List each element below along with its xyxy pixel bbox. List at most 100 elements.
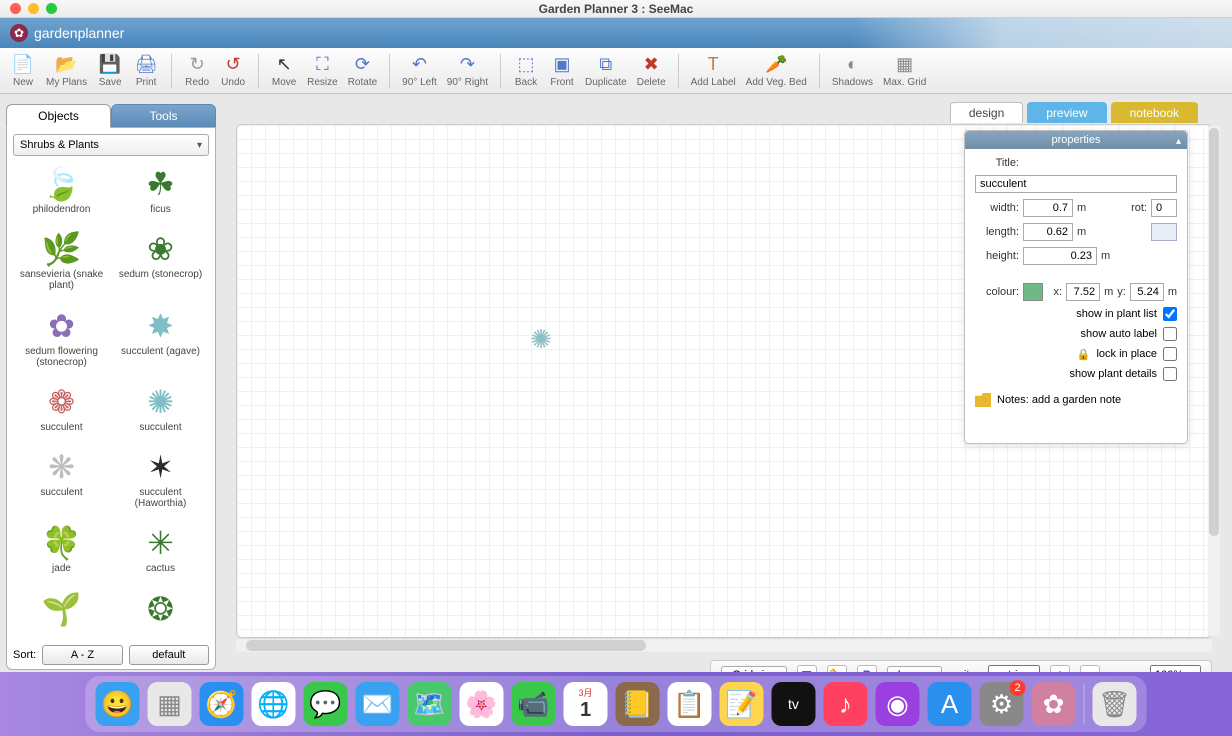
plant-icon: ✳: [138, 523, 184, 563]
object-item[interactable]: ✳cactus: [112, 521, 209, 584]
messages-icon[interactable]: 💬: [304, 682, 348, 726]
properties-panel: properties▴ Title: width: m rot: length:…: [964, 130, 1188, 444]
show-autolabel-checkbox[interactable]: [1163, 327, 1177, 341]
collapse-icon[interactable]: ▴: [1176, 133, 1181, 151]
properties-header[interactable]: properties▴: [965, 131, 1187, 149]
object-item[interactable]: 🍃philodendron: [13, 162, 110, 225]
canvas-area: design preview notebook ✺ properties▴ Ti…: [226, 94, 1222, 672]
object-item[interactable]: ✿sedum flowering (stonecrop): [13, 304, 110, 378]
max-grid-button[interactable]: ▦Max. Grid: [879, 51, 930, 91]
save-button[interactable]: 💾Save: [93, 51, 127, 91]
object-item[interactable]: ✺succulent: [112, 380, 209, 443]
add-label-button[interactable]: TAdd Label: [687, 51, 740, 91]
sort-label: Sort:: [13, 649, 36, 661]
send-back-button[interactable]: ⬚Back: [509, 51, 543, 91]
settings-icon[interactable]: ⚙2: [980, 682, 1024, 726]
show-plantlist-checkbox[interactable]: [1163, 307, 1177, 321]
appletv-icon[interactable]: tv: [772, 682, 816, 726]
window-title: Garden Planner 3 : SeeMac: [0, 2, 1232, 16]
launchpad-icon[interactable]: ▦: [148, 682, 192, 726]
length-input[interactable]: [1023, 223, 1073, 241]
safari-icon[interactable]: 🧭: [200, 682, 244, 726]
category-dropdown[interactable]: Shrubs & Plants: [13, 134, 209, 156]
length-label: length:: [975, 226, 1019, 238]
mail-icon[interactable]: ✉️: [356, 682, 400, 726]
object-item[interactable]: 🌿sansevieria (snake plant): [13, 227, 110, 301]
rot-input[interactable]: [1151, 199, 1177, 217]
y-input[interactable]: [1130, 283, 1164, 301]
object-grid: 🍃philodendron☘ficus🌿sansevieria (snake p…: [13, 162, 209, 639]
object-item[interactable]: ❂: [112, 587, 209, 639]
scroll-thumb[interactable]: [246, 640, 646, 651]
add-veg-bed-button[interactable]: 🥕Add Veg. Bed: [742, 51, 811, 91]
show-details-checkbox[interactable]: [1163, 367, 1177, 381]
width-input[interactable]: [1023, 199, 1073, 217]
rotate-button[interactable]: ⟳Rotate: [344, 51, 381, 91]
scroll-thumb[interactable]: [1209, 128, 1219, 536]
tab-objects[interactable]: Objects: [6, 104, 111, 128]
calendar-icon[interactable]: 3月1: [564, 682, 608, 726]
new-button[interactable]: 📄New: [6, 51, 40, 91]
colour-swatch[interactable]: [1023, 283, 1043, 301]
y-label: y:: [1117, 286, 1126, 298]
object-item[interactable]: 🌱: [13, 587, 110, 639]
tab-tools[interactable]: Tools: [111, 104, 216, 128]
bring-front-button[interactable]: ▣Front: [545, 51, 579, 91]
vertical-scrollbar[interactable]: [1208, 126, 1220, 636]
delete-icon: ✖: [640, 54, 662, 76]
maps-icon[interactable]: 🗺️: [408, 682, 452, 726]
macos-dock: 😀 ▦ 🧭 🌐 💬 ✉️ 🗺️ 🌸 📹 3月1 📒 📋 📝 tv ♪ ◉ A ⚙…: [86, 676, 1147, 732]
gardenplanner-dock-icon[interactable]: ✿: [1032, 682, 1076, 726]
shadows-button[interactable]: ◐Shadows: [828, 51, 877, 91]
rotate-left-icon: ↶: [408, 54, 430, 76]
object-item[interactable]: ❀sedum (stonecrop): [112, 227, 209, 301]
app-header: gardenplanner: [0, 18, 1232, 48]
photos-icon[interactable]: 🌸: [460, 682, 504, 726]
undo-button[interactable]: ↺Undo: [216, 51, 250, 91]
object-item[interactable]: ☘ficus: [112, 162, 209, 225]
print-button[interactable]: 🖨Print: [129, 51, 163, 91]
horizontal-scrollbar[interactable]: [236, 638, 1212, 652]
contacts-icon[interactable]: 📒: [616, 682, 660, 726]
delete-button[interactable]: ✖Delete: [633, 51, 670, 91]
finder-icon[interactable]: 😀: [96, 682, 140, 726]
placed-succulent[interactable]: ✺: [527, 325, 555, 353]
tab-design[interactable]: design: [950, 102, 1023, 123]
notes-row[interactable]: Notes: add a garden note: [975, 393, 1177, 407]
music-icon[interactable]: ♪: [824, 682, 868, 726]
reminders-icon[interactable]: 📋: [668, 682, 712, 726]
rotate-right-icon: ↷: [456, 54, 478, 76]
plant-label: ficus: [150, 204, 171, 215]
trash-icon[interactable]: 🗑: [1093, 682, 1137, 726]
podcasts-icon[interactable]: ◉: [876, 682, 920, 726]
appstore-icon[interactable]: A: [928, 682, 972, 726]
plant-icon: ❋: [39, 447, 85, 487]
x-input[interactable]: [1066, 283, 1100, 301]
redo-button[interactable]: ↻Redo: [180, 51, 214, 91]
myplans-button[interactable]: 📂My Plans: [42, 51, 91, 91]
object-item[interactable]: 🍀jade: [13, 521, 110, 584]
folder-icon: [975, 393, 991, 407]
height-input[interactable]: [1023, 247, 1097, 265]
plant-icon: 🌿: [39, 229, 85, 269]
title-input[interactable]: [975, 175, 1177, 193]
rotate-left-button[interactable]: ↶90° Left: [398, 51, 441, 91]
move-button[interactable]: ↖Move: [267, 51, 301, 91]
separator: [500, 54, 501, 88]
object-item[interactable]: ❁succulent: [13, 380, 110, 443]
title-label: Title:: [975, 157, 1019, 169]
duplicate-button[interactable]: ⧉Duplicate: [581, 51, 631, 91]
chrome-icon[interactable]: 🌐: [252, 682, 296, 726]
object-item[interactable]: ✸succulent (agave): [112, 304, 209, 378]
tab-preview[interactable]: preview: [1027, 102, 1106, 123]
lock-checkbox[interactable]: [1163, 347, 1177, 361]
colour-label: colour:: [975, 286, 1019, 298]
object-item[interactable]: ✶succulent (Haworthia): [112, 445, 209, 519]
notes-icon[interactable]: 📝: [720, 682, 764, 726]
facetime-icon[interactable]: 📹: [512, 682, 556, 726]
resize-button[interactable]: ⛶Resize: [303, 51, 342, 91]
plant-icon: 🍃: [39, 164, 85, 204]
object-item[interactable]: ❋succulent: [13, 445, 110, 519]
rotate-right-button[interactable]: ↷90° Right: [443, 51, 492, 91]
tab-notebook[interactable]: notebook: [1111, 102, 1198, 123]
